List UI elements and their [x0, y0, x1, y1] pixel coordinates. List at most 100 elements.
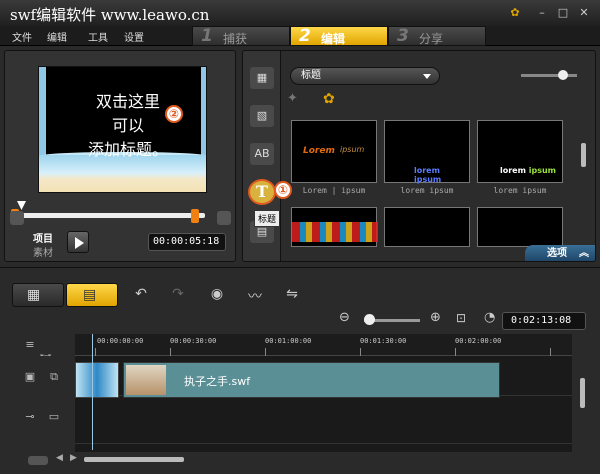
chevron-down-icon: [423, 74, 431, 79]
title-preset-thumb[interactable]: [477, 207, 563, 247]
menu-settings[interactable]: 设置: [124, 29, 144, 44]
clip-thumbnail: [126, 365, 166, 395]
audio-wave-icon[interactable]: 〰: [245, 286, 265, 305]
library-panel: ▦ ▧ AB T ▤ ① ✦ ✿ 标题 Lorem ipsum Lorem | …: [242, 50, 596, 262]
timeline-vscroll[interactable]: [580, 378, 585, 408]
video-clip[interactable]: [75, 362, 119, 398]
track-manager-icon[interactable]: ≡: [20, 336, 40, 354]
scroll-left-icon[interactable]: ◀: [56, 453, 63, 463]
thumb-sample: lorem ipsum: [500, 166, 556, 175]
record-icon[interactable]: ◉: [207, 286, 227, 304]
timeline-panel: ▦ ▤ ↶ ↷ ◉ 〰 ⇋ ⊖ ⊕ ⊡ ◔ 0:02:13:08 ≡ ▾─▾ 0…: [0, 267, 600, 474]
mark-out-button[interactable]: [217, 211, 231, 225]
expand-up-icon: ︽: [579, 248, 589, 259]
timeline-icon: ▤: [83, 287, 97, 303]
play-button[interactable]: [67, 231, 89, 253]
thumb-sample: lorem ipsum: [414, 166, 442, 184]
title-preset-thumb[interactable]: [291, 207, 378, 247]
thumb-size-knob[interactable]: [558, 70, 568, 80]
thumb-label: lorem ipsum: [400, 186, 454, 195]
timeline-view-button[interactable]: ▤: [66, 283, 118, 307]
filmstrip-icon: ▦: [27, 287, 41, 303]
zoom-out-icon[interactable]: ⊖: [339, 310, 350, 325]
maximize-icon[interactable]: □: [556, 6, 570, 19]
tooltip: 标题: [254, 210, 281, 227]
storyboard-view-button[interactable]: ▦: [12, 283, 64, 307]
options-label: 选项: [547, 248, 567, 259]
title-bar: swf编辑软件 www.leawo.cn ✿ – □ ✕: [0, 0, 600, 26]
timeline-timecode[interactable]: 0:02:13:08: [502, 312, 586, 330]
title-track[interactable]: [75, 404, 572, 444]
track-area: 执子之手.swf: [75, 356, 572, 452]
video-track-icon[interactable]: ▣: [20, 368, 40, 386]
trim-end-handle[interactable]: [191, 209, 199, 223]
zoom-in-icon[interactable]: ⊕: [430, 310, 441, 325]
ruler-tick: [265, 348, 266, 356]
menu-file[interactable]: 文件: [12, 29, 32, 44]
title-preset-thumb[interactable]: [384, 207, 470, 247]
smart-edit-icon[interactable]: ⇋: [282, 286, 302, 304]
close-icon[interactable]: ✕: [577, 6, 591, 19]
mark-in-button[interactable]: [10, 211, 24, 225]
add-favorite-icon[interactable]: ✦: [287, 91, 307, 109]
minimize-icon[interactable]: –: [535, 6, 549, 19]
play-icon: [75, 237, 84, 249]
media-clip[interactable]: 执子之手.swf: [123, 362, 500, 398]
clip-name: 执子之手.swf: [184, 375, 251, 388]
ruler-label: 00:01:00:00: [265, 337, 312, 345]
title-tab-icon[interactable]: T: [248, 179, 276, 205]
thumb-sample: ipsum: [340, 145, 365, 154]
window-title: swf编辑软件 www.leawo.cn: [10, 6, 210, 24]
scrubber-track[interactable]: [15, 213, 205, 218]
category-dropdown[interactable]: 标题: [290, 67, 440, 85]
step-label: 编辑: [321, 32, 346, 46]
ruler-tick: [360, 348, 361, 356]
overlay-track-icon[interactable]: ⧉: [44, 368, 64, 386]
step-edit[interactable]: 2 编辑: [290, 26, 388, 46]
media-tab-icon[interactable]: ▦: [250, 67, 274, 89]
title-preset-thumb[interactable]: Lorem ipsum: [291, 120, 377, 183]
step-number: 2: [299, 26, 311, 46]
title-overlay-text[interactable]: 双击这里 可以 添加标题。: [73, 90, 183, 162]
playhead[interactable]: [92, 334, 93, 450]
library-scrollbar[interactable]: [581, 143, 586, 167]
video-track[interactable]: 执子之手.swf: [75, 356, 572, 398]
thumb-sample: [292, 222, 378, 242]
step-capture[interactable]: 1 捕获: [192, 26, 290, 46]
step-number: 3: [397, 26, 409, 46]
scroll-right-icon[interactable]: ▶: [70, 453, 77, 463]
track-headers: ▣ ⧉ ⊸ ▭: [0, 356, 75, 452]
step-label: 捕获: [223, 32, 248, 46]
mode-project[interactable]: 项目: [33, 230, 53, 245]
ruler-tick: [170, 348, 171, 356]
preview-screen[interactable]: 双击这里 可以 添加标题。: [38, 66, 207, 193]
lock-icon[interactable]: ⊸: [20, 408, 40, 426]
redo-icon[interactable]: ↷: [168, 286, 188, 304]
ruler-tick: [455, 348, 456, 356]
add-track-button[interactable]: [28, 456, 48, 465]
title-preset-thumb[interactable]: lorem ipsum: [384, 120, 470, 184]
ruler-tick: [95, 348, 96, 356]
title-preset-thumb[interactable]: lorem ipsum: [477, 120, 563, 183]
time-ruler[interactable]: 00:00:00:00 00:00:30:00 00:01:00:00 00:0…: [75, 334, 572, 356]
zoom-knob[interactable]: [364, 314, 375, 325]
overlay-line: 添加标题。: [87, 140, 168, 159]
theme-icon[interactable]: ✿: [323, 91, 341, 109]
menu-edit[interactable]: 编辑: [47, 29, 67, 44]
thumb-size-slider[interactable]: [521, 74, 577, 77]
undo-icon[interactable]: ↶: [131, 286, 151, 304]
menu-tools[interactable]: 工具: [88, 29, 108, 44]
preview-panel: 双击这里 可以 添加标题。 ② 项目 素材 00:00:05:18: [4, 50, 236, 262]
step-share[interactable]: 3 分享: [388, 26, 486, 46]
title-track-icon[interactable]: ▭: [44, 408, 64, 426]
ruler-label: 00:00:00:00: [97, 337, 144, 345]
ruler-label: 00:01:30:00: [360, 337, 407, 345]
mode-clip[interactable]: 素材: [33, 244, 53, 259]
filter-tab-icon[interactable]: AB: [250, 143, 274, 165]
ruler-label: 00:02:00:00: [455, 337, 502, 345]
options-button[interactable]: 选项 ︽: [525, 245, 595, 261]
preview-timecode[interactable]: 00:00:05:18: [148, 233, 226, 251]
fit-icon[interactable]: ⊡: [456, 311, 466, 325]
transition-tab-icon[interactable]: ▧: [250, 105, 274, 127]
timeline-hscroll[interactable]: [84, 457, 184, 462]
